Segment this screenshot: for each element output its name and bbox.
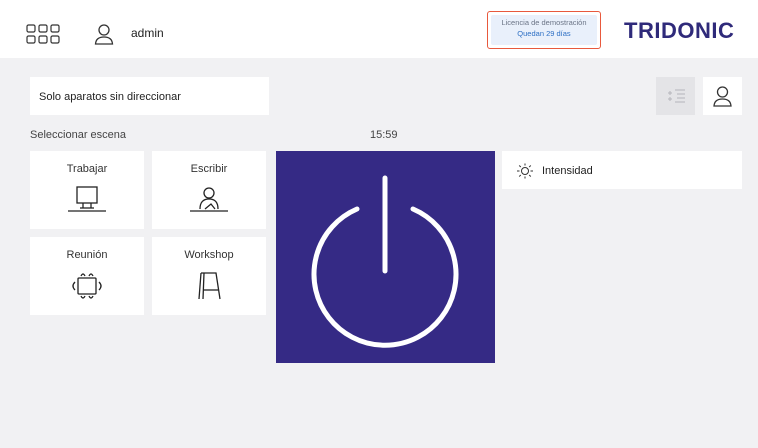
person-writing-icon (190, 187, 228, 212)
meeting-table-icon (72, 273, 102, 299)
sun-icon (517, 163, 533, 179)
filter-label: Solo aparatos sin direccionar (39, 91, 181, 103)
app-grid-icon[interactable] (26, 24, 60, 44)
scene-label: Trabajar (66, 163, 108, 175)
user-profile-button[interactable] (703, 77, 742, 115)
top-bar: admin Licencia de demostración Quedan 29… (0, 0, 758, 58)
clock: 15:59 (370, 129, 398, 141)
scene-label: Reunión (66, 249, 108, 261)
license-days: Quedan 29 días (517, 29, 571, 38)
scene-reunion[interactable]: Reunión (30, 237, 144, 315)
scene-trabajar[interactable]: Trabajar (30, 151, 144, 229)
scene-workshop[interactable]: Workshop (152, 237, 266, 315)
intensity-label: Intensidad (542, 165, 593, 177)
scene-escribir[interactable]: Escribir (152, 151, 266, 229)
license-badge[interactable]: Licencia de demostración Quedan 29 días (487, 11, 601, 49)
power-icon (311, 175, 459, 348)
flipchart-icon (198, 272, 221, 300)
scene-label: Workshop (184, 249, 234, 261)
computer-desk-icon (68, 186, 106, 212)
power-button[interactable] (276, 151, 495, 363)
scene-section-label: Seleccionar escena (30, 129, 127, 141)
list-sparkle-icon (668, 89, 685, 103)
license-title: Licencia de demostración (501, 18, 587, 27)
user-icon[interactable] (94, 23, 114, 45)
intensity-control[interactable]: Intensidad (502, 151, 742, 189)
license-badge-inner: Licencia de demostración Quedan 29 días (491, 15, 597, 45)
brand-logo: TRIDONIC (624, 18, 735, 43)
list-filter-button[interactable] (656, 77, 695, 115)
username: admin (131, 26, 164, 40)
unaddressed-filter-toggle[interactable]: Solo aparatos sin direccionar (30, 77, 269, 115)
scene-label: Escribir (190, 163, 228, 175)
user-icon (713, 86, 732, 107)
